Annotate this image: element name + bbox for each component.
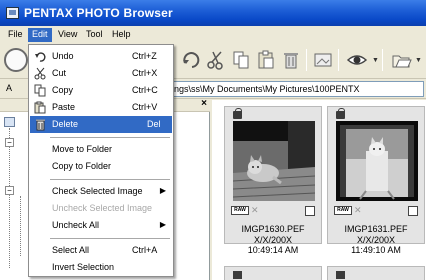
- menu-file[interactable]: File: [4, 28, 27, 42]
- toolbar-separator: [338, 49, 339, 71]
- thumbnail-filename: IMGP1630.PEF: [241, 224, 305, 234]
- thumbnail-date: X/X/200X: [253, 235, 293, 245]
- menu-item-paste[interactable]: Paste Ctrl+V: [30, 99, 172, 116]
- select-checkbox[interactable]: [305, 206, 315, 216]
- tree-expand-toggle[interactable]: −: [5, 138, 14, 147]
- app-icon: [6, 7, 19, 19]
- edit-menu: Undo Ctrl+Z Cut Ctrl+X Copy Ctrl+C Paste…: [28, 44, 174, 277]
- delete-icon[interactable]: [280, 49, 304, 71]
- lock-icon: [336, 108, 345, 119]
- tree-connector: [9, 128, 10, 268]
- lock-icon: [336, 271, 345, 279]
- pin-icon: ✕: [251, 205, 259, 215]
- address-field[interactable]: ngs\ss\My Documents\My Pictures\100PENTX: [170, 81, 424, 97]
- menu-item-move-to-folder[interactable]: Move to Folder: [30, 141, 172, 158]
- submenu-arrow-icon: ▶: [159, 220, 166, 229]
- menu-view[interactable]: View: [54, 28, 81, 42]
- cut-icon[interactable]: [205, 49, 229, 71]
- menu-tool[interactable]: Tool: [82, 28, 107, 42]
- tree-expand-toggle[interactable]: −: [5, 186, 14, 195]
- menu-help[interactable]: Help: [108, 28, 135, 42]
- lock-icon: [233, 108, 242, 119]
- thumbnail-time: 10:49:14 AM: [247, 245, 299, 255]
- copy-icon[interactable]: [230, 49, 254, 71]
- thumbnail-filename: IMGP1631.PEF: [344, 224, 408, 234]
- thumbnail-pane: RAW ✕ IMGP1630.PEF X/X/200X 10:49:14 AM …: [212, 100, 426, 280]
- thumbnail-image[interactable]: [233, 121, 315, 201]
- thumbnail-card[interactable]: RAW ✕ IMGP1631.PEF X/X/200X 11:49:10 AM: [327, 106, 425, 255]
- menu-item-delete[interactable]: Delete Del: [30, 116, 172, 133]
- undo-icon: [34, 50, 47, 63]
- menu-edit[interactable]: Edit: [28, 28, 52, 42]
- menu-separator: [50, 137, 170, 138]
- paste-icon: [34, 101, 47, 114]
- tree-connector: [20, 196, 21, 256]
- menu-item-undo[interactable]: Undo Ctrl+Z: [30, 48, 172, 65]
- copy-icon: [34, 84, 47, 97]
- thumbnail-date: X/X/200X: [356, 235, 396, 245]
- thumbnail-card[interactable]: [224, 266, 322, 280]
- desktop-icon[interactable]: [4, 117, 15, 127]
- raw-badge: RAW: [231, 206, 249, 215]
- folder-icon[interactable]: [390, 49, 414, 71]
- trash-icon: [34, 118, 47, 131]
- menu-item-select-all[interactable]: Select All Ctrl+A: [30, 242, 172, 259]
- raw-badge: RAW: [334, 206, 352, 215]
- menu-separator: [50, 238, 170, 239]
- thumbnail-card[interactable]: [327, 266, 425, 280]
- toolbar-separator: [306, 49, 307, 71]
- back-button[interactable]: [4, 48, 28, 72]
- chevron-down-icon[interactable]: ▼: [372, 57, 379, 64]
- menu-item-cut[interactable]: Cut Ctrl+X: [30, 65, 172, 82]
- menu-separator: [50, 179, 170, 180]
- rotate-icon[interactable]: [180, 49, 204, 71]
- lock-icon: [233, 271, 242, 279]
- menu-item-copy[interactable]: Copy Ctrl+C: [30, 82, 172, 99]
- address-label: A: [6, 83, 13, 93]
- thumbnail-image[interactable]: [336, 121, 418, 201]
- image-icon[interactable]: [312, 49, 336, 71]
- pin-icon: ✕: [354, 205, 362, 215]
- close-icon[interactable]: ×: [201, 98, 207, 109]
- menu-item-invert-selection[interactable]: Invert Selection: [30, 259, 172, 276]
- scissors-icon: [34, 67, 47, 80]
- view-icon[interactable]: [346, 49, 370, 71]
- menu-item-uncheck-all[interactable]: Uncheck All ▶: [30, 217, 172, 234]
- menu-bar: File Edit View Tool Help: [0, 26, 426, 43]
- submenu-arrow-icon: ▶: [159, 186, 166, 195]
- thumbnail-card[interactable]: RAW ✕ IMGP1630.PEF X/X/200X 10:49:14 AM: [224, 106, 322, 255]
- select-checkbox[interactable]: [408, 206, 418, 216]
- menu-item-uncheck-selected-image: Uncheck Selected Image: [52, 203, 153, 213]
- menu-item-copy-to-folder[interactable]: Copy to Folder: [30, 158, 172, 175]
- window-title: PENTAX PHOTO Browser: [24, 6, 173, 20]
- paste-icon[interactable]: [255, 49, 279, 71]
- title-bar: PENTAX PHOTO Browser: [0, 0, 426, 26]
- menu-item-check-selected-image[interactable]: Check Selected Image ▶: [30, 183, 172, 200]
- thumbnail-time: 11:49:10 AM: [351, 245, 401, 255]
- chevron-down-icon[interactable]: ▼: [415, 57, 422, 64]
- toolbar-separator: [382, 49, 383, 71]
